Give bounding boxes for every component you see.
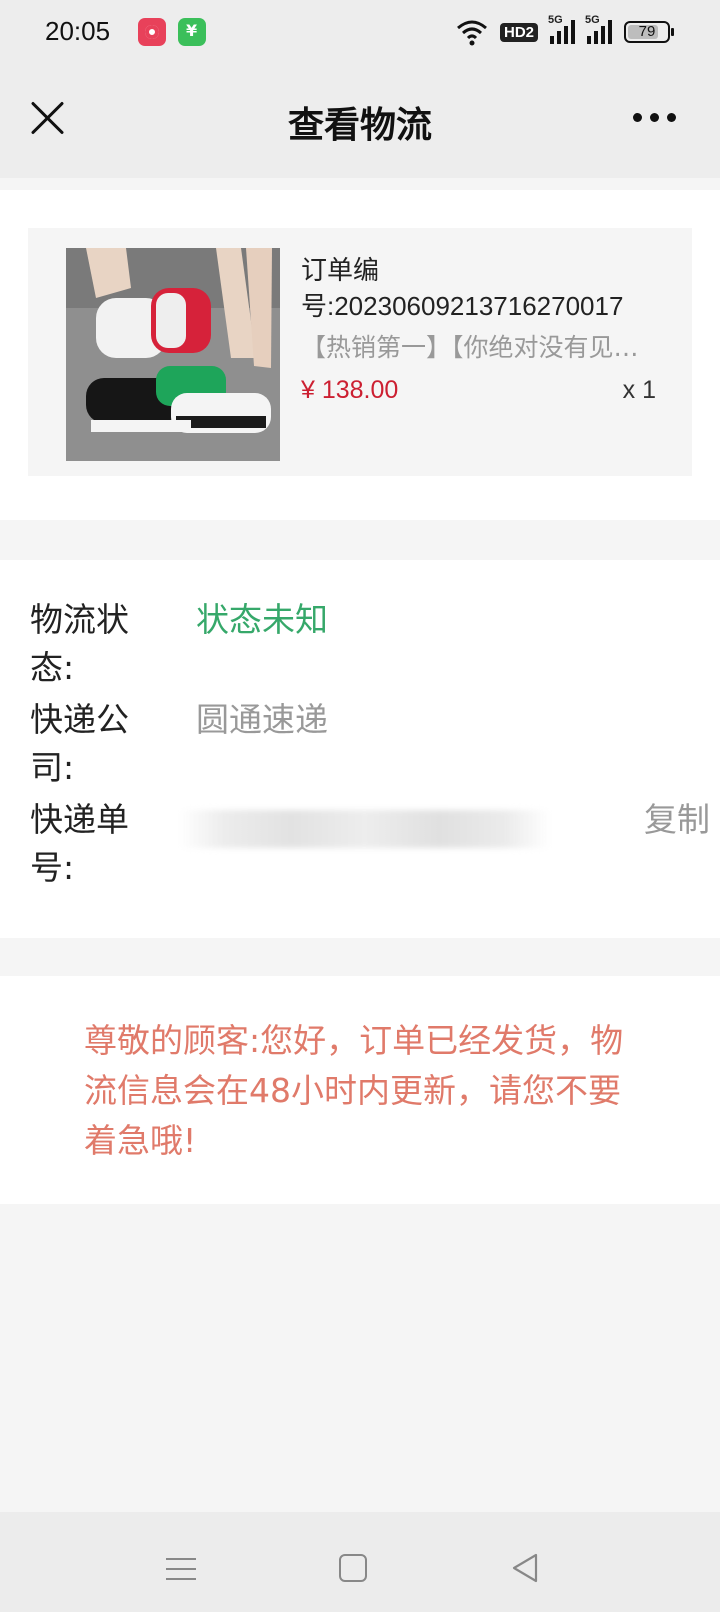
notice-section: 尊敬的顾客:您好，订单已经发货，物流信息会在48小时内更新，请您不要着急哦! bbox=[0, 976, 720, 1204]
shipping-notice: 尊敬的顾客:您好，订单已经发货，物流信息会在48小时内更新，请您不要着急哦! bbox=[84, 1021, 624, 1160]
logistics-status-value: 状态未知 bbox=[196, 600, 328, 639]
wallet-app-icon bbox=[178, 18, 206, 46]
tracking-number-redacted bbox=[180, 810, 550, 848]
wifi-icon bbox=[457, 20, 487, 46]
product-quantity: x 1 bbox=[622, 376, 656, 404]
tracking-number-label: 快递单号: bbox=[30, 800, 129, 887]
order-section: 订单编 号:20230609213716270017 【热销第一】【你绝对没有见… bbox=[0, 190, 720, 520]
navbar: 查看物流 bbox=[0, 66, 720, 178]
status-bar: 20:05 HD2 5G 5G 79 bbox=[0, 0, 720, 66]
camera-app-icon bbox=[138, 18, 166, 46]
battery-level: 79 bbox=[638, 23, 656, 40]
battery-icon: 79 bbox=[624, 21, 674, 43]
signal-icon-2: 5G bbox=[585, 14, 612, 44]
status-time: 20:05 bbox=[45, 16, 111, 46]
back-icon[interactable] bbox=[510, 1552, 540, 1584]
system-nav-bar bbox=[0, 1512, 720, 1612]
order-number: 号:20230609213716270017 bbox=[301, 291, 624, 321]
copy-button[interactable]: 复制 bbox=[644, 796, 710, 844]
signal-label-2: 5G bbox=[585, 14, 600, 26]
home-icon[interactable] bbox=[339, 1554, 367, 1582]
product-price: ¥ 138.00 bbox=[301, 376, 399, 404]
signal-icon: 5G bbox=[548, 14, 575, 44]
product-thumbnail bbox=[66, 248, 280, 461]
logistics-info-section: 物流状态: 状态未知 快递公司: 圆通速递 快递单号: 复制 bbox=[0, 560, 720, 938]
order-card[interactable]: 订单编 号:20230609213716270017 【热销第一】【你绝对没有见… bbox=[28, 228, 692, 476]
signal-label: 5G bbox=[548, 14, 563, 26]
product-description: 【热销第一】【你绝对没有见过的超轻运动鞋】 bbox=[301, 333, 649, 362]
courier-company-value: 圆通速递 bbox=[196, 700, 328, 739]
page-title: 查看物流 bbox=[287, 105, 432, 146]
courier-company-label: 快递公司: bbox=[30, 700, 129, 787]
more-options-icon[interactable] bbox=[633, 113, 676, 122]
logistics-status-label: 物流状态: bbox=[30, 600, 129, 687]
menu-icon[interactable] bbox=[166, 1558, 196, 1588]
order-number-label: 订单编 bbox=[301, 256, 380, 286]
hd-badge: HD2 bbox=[499, 22, 538, 42]
